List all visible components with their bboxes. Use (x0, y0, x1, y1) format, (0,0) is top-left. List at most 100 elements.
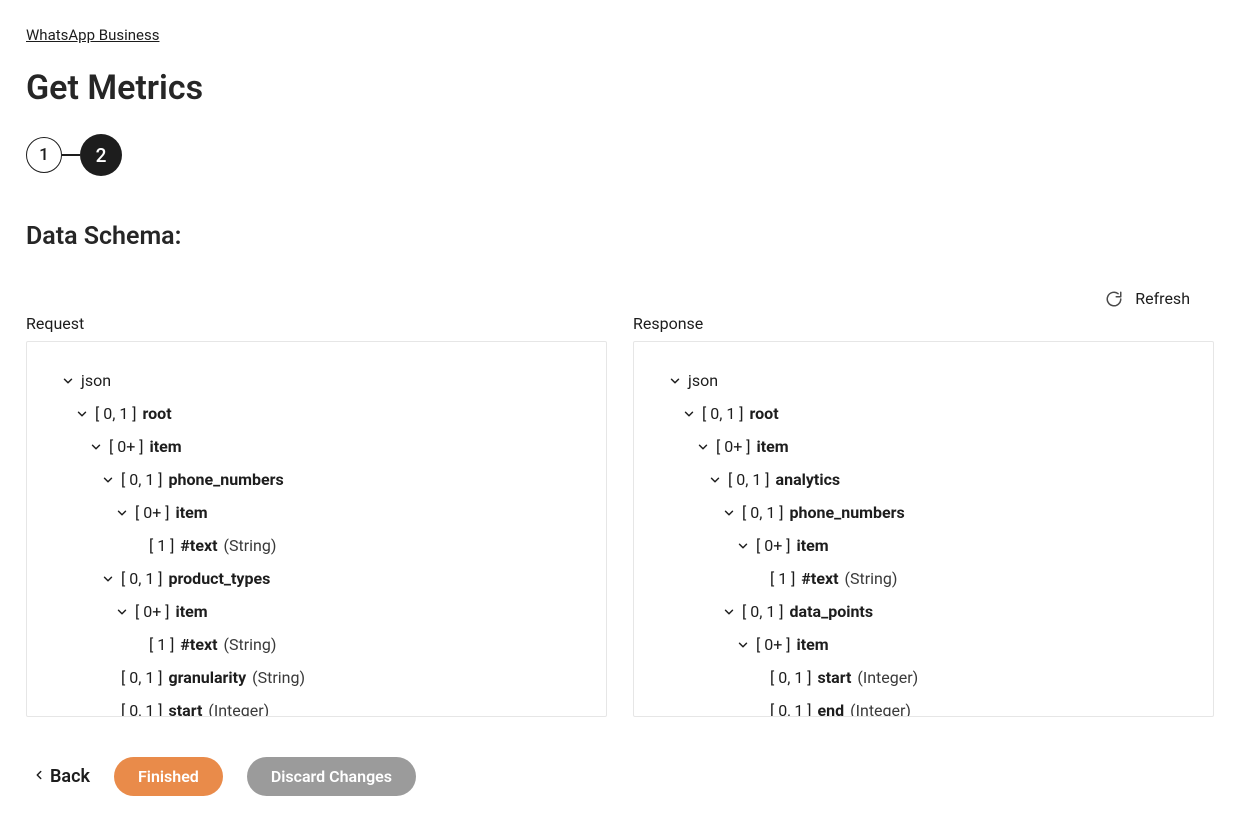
node-text: json (81, 369, 111, 393)
tree-node[interactable]: [ 0+ ]item (49, 496, 584, 529)
node-cardinality: [ 0+ ] (756, 534, 791, 558)
tree-node[interactable]: [ 0+ ]item (656, 430, 1191, 463)
node-name: #text (180, 534, 217, 558)
tree-node[interactable]: json (656, 364, 1191, 397)
node-name: item (797, 534, 829, 558)
node-name: item (797, 633, 829, 657)
refresh-icon (1105, 290, 1123, 308)
tree-node[interactable]: [ 0, 1 ] start (Integer) (49, 694, 584, 717)
section-title: Data Schema: (26, 222, 1214, 251)
refresh-label: Refresh (1135, 289, 1190, 308)
node-cardinality: [ 0, 1 ] (121, 567, 163, 591)
back-label: Back (50, 766, 90, 787)
response-panel: json[ 0, 1 ]root[ 0+ ]item[ 0, 1 ]analyt… (633, 341, 1214, 717)
chevron-down-icon[interactable] (115, 605, 129, 619)
node-cardinality: [ 0, 1 ] (121, 666, 163, 690)
request-header: Request (26, 314, 607, 333)
finished-button[interactable]: Finished (114, 757, 223, 796)
chevron-down-icon[interactable] (708, 473, 722, 487)
tree-node[interactable]: [ 0+ ]item (656, 529, 1191, 562)
node-cardinality: [ 0, 1 ] (770, 699, 812, 718)
chevron-down-icon[interactable] (101, 473, 115, 487)
tree-node[interactable]: json (49, 364, 584, 397)
node-name: product_types (169, 567, 271, 591)
tree-node[interactable]: [ 0, 1 ]data_points (656, 595, 1191, 628)
node-type: (Integer) (857, 666, 918, 690)
step-2[interactable]: 2 (80, 134, 122, 176)
chevron-down-icon[interactable] (722, 605, 736, 619)
tree-node[interactable]: [ 0, 1 ]start(Integer) (656, 661, 1191, 694)
response-header: Response (633, 314, 1214, 333)
tree-node[interactable]: [ 1 ]#text(String) (49, 529, 584, 562)
chevron-down-icon[interactable] (736, 638, 750, 652)
node-cardinality: [ 0, 1 ] (702, 402, 744, 426)
tree-node[interactable]: [ 0, 1 ]phone_numbers (49, 463, 584, 496)
node-name: analytics (776, 468, 841, 492)
node-name: data_points (790, 600, 874, 624)
tree-node[interactable]: [ 0+ ]item (49, 595, 584, 628)
chevron-down-icon[interactable] (75, 407, 89, 421)
node-name: #text (801, 567, 838, 591)
node-name: root (143, 402, 172, 426)
step-1[interactable]: 1 (26, 137, 62, 173)
node-name: item (176, 600, 208, 624)
tree-node[interactable]: [ 0, 1 ]analytics (656, 463, 1191, 496)
node-cardinality: [ 0+ ] (135, 600, 170, 624)
discard-button[interactable]: Discard Changes (247, 757, 416, 796)
node-cardinality: [ 0, 1 ] (121, 699, 163, 718)
step-connector (62, 154, 80, 156)
breadcrumb-link[interactable]: WhatsApp Business (26, 26, 159, 44)
node-cardinality: [ 0, 1 ] (121, 468, 163, 492)
tree-node[interactable]: [ 0, 1 ]root (49, 397, 584, 430)
node-name: granularity (169, 666, 247, 690)
tree-node[interactable]: [ 0+ ]item (656, 628, 1191, 661)
refresh-button[interactable]: Refresh (1105, 289, 1190, 308)
node-type: (String) (845, 567, 898, 591)
node-cardinality: [ 0, 1 ] (95, 402, 137, 426)
chevron-down-icon[interactable] (722, 506, 736, 520)
tree-node[interactable]: [ 0, 1 ]product_types (49, 562, 584, 595)
node-cardinality: [ 0, 1 ] (770, 666, 812, 690)
chevron-down-icon[interactable] (89, 440, 103, 454)
tree-node[interactable]: [ 0, 1 ] end (Integer) (656, 694, 1191, 717)
chevron-down-icon[interactable] (115, 506, 129, 520)
tree-node[interactable]: [ 0+ ]item (49, 430, 584, 463)
node-cardinality: [ 0+ ] (756, 633, 791, 657)
back-button[interactable]: Back (32, 766, 90, 787)
node-cardinality: [ 1 ] (149, 633, 174, 657)
chevron-down-icon[interactable] (668, 374, 682, 388)
chevron-down-icon[interactable] (61, 374, 75, 388)
node-name: #text (180, 633, 217, 657)
node-type: (Integer) (208, 699, 269, 718)
node-name: phone_numbers (790, 501, 905, 525)
stepper: 1 2 (26, 134, 1214, 176)
node-cardinality: [ 0, 1 ] (742, 600, 784, 624)
tree-node[interactable]: [ 1 ]#text (String) (49, 628, 584, 661)
tree-node[interactable]: [ 0, 1 ]root (656, 397, 1191, 430)
node-name: end (818, 699, 845, 718)
node-name: item (150, 435, 182, 459)
request-panel: json[ 0, 1 ]root[ 0+ ]item[ 0, 1 ]phone_… (26, 341, 607, 717)
tree-node[interactable]: [ 1 ]#text (String) (656, 562, 1191, 595)
chevron-down-icon[interactable] (696, 440, 710, 454)
response-tree[interactable]: json[ 0, 1 ]root[ 0+ ]item[ 0, 1 ]analyt… (656, 364, 1191, 717)
chevron-down-icon[interactable] (101, 572, 115, 586)
node-type: (String) (224, 633, 277, 657)
node-cardinality: [ 0, 1 ] (742, 501, 784, 525)
node-name: phone_numbers (169, 468, 284, 492)
node-type: (String) (252, 666, 305, 690)
node-text: json (688, 369, 718, 393)
node-name: item (757, 435, 789, 459)
tree-node[interactable]: [ 0, 1 ]phone_numbers (656, 496, 1191, 529)
node-type: (Integer) (850, 699, 911, 718)
chevron-down-icon[interactable] (736, 539, 750, 553)
tree-node[interactable]: [ 0, 1 ]granularity(String) (49, 661, 584, 694)
chevron-left-icon (32, 766, 46, 787)
node-type: (String) (224, 534, 277, 558)
request-tree[interactable]: json[ 0, 1 ]root[ 0+ ]item[ 0, 1 ]phone_… (49, 364, 584, 717)
chevron-down-icon[interactable] (682, 407, 696, 421)
node-cardinality: [ 0, 1 ] (728, 468, 770, 492)
node-name: start (169, 699, 203, 718)
node-cardinality: [ 1 ] (770, 567, 795, 591)
node-cardinality: [ 0+ ] (135, 501, 170, 525)
